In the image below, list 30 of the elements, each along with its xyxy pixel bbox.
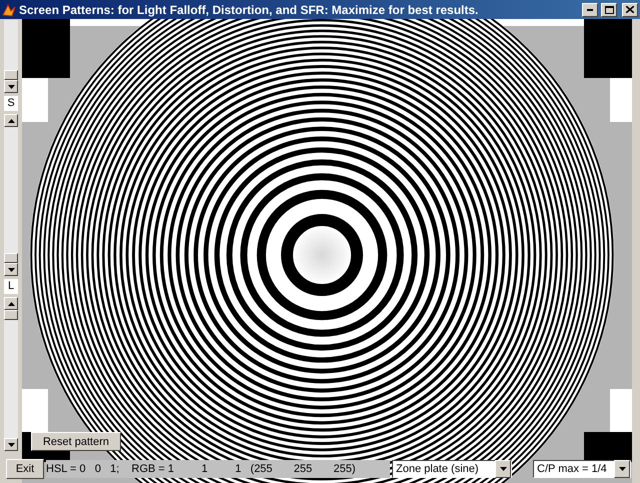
slider-thumb[interactable] xyxy=(4,310,18,320)
down-arrow-icon xyxy=(618,467,626,471)
scroll-down-button[interactable] xyxy=(4,80,18,93)
slider-label: L xyxy=(4,279,18,294)
frequency-dropdown[interactable]: C/P max = 1/4 xyxy=(533,460,631,478)
down-arrow-icon xyxy=(500,467,506,471)
up-arrow-icon xyxy=(8,302,14,306)
down-arrow-icon xyxy=(8,268,14,272)
reset-pattern-button[interactable]: Reset pattern xyxy=(31,432,121,451)
window-title: Screen Patterns: for Light Falloff, Distortion, and SFR: Maximize for best results. xyxy=(19,2,480,16)
app-icon xyxy=(2,2,16,16)
minimize-button[interactable] xyxy=(582,2,598,16)
maximize-icon xyxy=(604,6,614,14)
scroll-up-button[interactable] xyxy=(4,297,18,310)
exit-button[interactable]: Exit xyxy=(6,459,44,479)
slider-label: S xyxy=(4,96,18,111)
down-arrow-icon xyxy=(8,84,14,88)
scroll-down-button[interactable] xyxy=(4,263,18,276)
minimize-icon xyxy=(587,8,593,10)
scroll-down-button[interactable] xyxy=(4,438,18,451)
close-icon xyxy=(626,6,634,13)
up-arrow-icon xyxy=(8,118,14,122)
down-arrow-icon xyxy=(8,442,14,446)
slider-thumb[interactable] xyxy=(4,70,18,80)
pattern-dropdown[interactable]: Zone plate (sine) xyxy=(392,460,512,478)
maximize-button[interactable] xyxy=(601,2,617,16)
scroll-up-button[interactable] xyxy=(4,114,18,127)
color-readout: HSL = 0 0 1; RGB = 1 1 1 (255 255 255) xyxy=(46,460,390,478)
slider-thumb[interactable] xyxy=(4,253,18,263)
close-button[interactable] xyxy=(622,2,638,16)
